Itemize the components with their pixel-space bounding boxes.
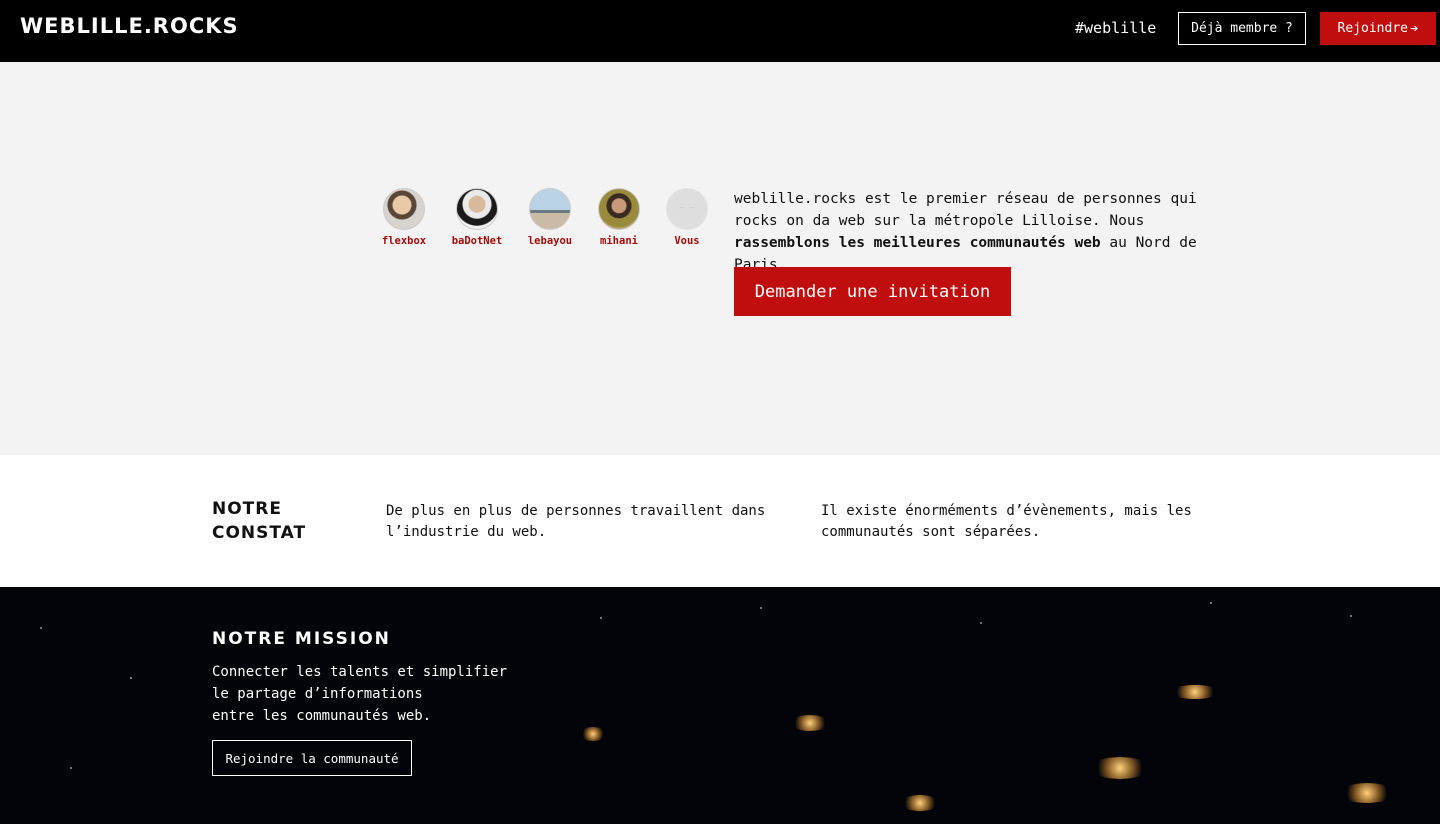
member-you[interactable]: Vous	[652, 188, 722, 247]
avatar	[598, 188, 640, 230]
star-decoration	[1210, 602, 1212, 604]
star-decoration	[980, 622, 982, 624]
member-mihani[interactable]: mihani	[584, 188, 654, 247]
city-lights	[790, 715, 830, 731]
constat-title: NOTRE CONSTAT	[212, 499, 307, 543]
avatar	[383, 188, 425, 230]
member-name: Vous	[674, 235, 700, 247]
avatar	[529, 188, 571, 230]
join-community-button[interactable]: Rejoindre la communauté	[212, 740, 412, 776]
constat-point-2: Il existe énorméments d’évènements, mais…	[821, 503, 1192, 540]
star-decoration	[70, 767, 72, 769]
star-decoration	[760, 607, 762, 609]
city-lights	[1090, 757, 1150, 779]
star-decoration	[130, 677, 132, 679]
mission-text: Connecter les talents et simplifier le p…	[212, 661, 532, 727]
star-decoration	[600, 617, 602, 619]
city-lights	[900, 795, 940, 811]
mission-line-2: le partage d’informations	[212, 686, 423, 702]
hashtag-link[interactable]: #weblille	[1075, 19, 1156, 37]
mission-line-3: entre les communautés web.	[212, 708, 432, 724]
mission-section: NOTRE MISSION Connecter les talents et s…	[0, 587, 1440, 824]
member-name: flexbox	[381, 235, 427, 247]
top-navbar: WEBLILLE.ROCKS #weblille Déjà membre ? R…	[0, 0, 1440, 62]
hero-intro-part1: weblille.rocks est le premier réseau de …	[734, 191, 1197, 229]
mission-line-1: Connecter les talents et simplifier	[212, 664, 508, 680]
hero-section: flexbox baDotNet lebayou mihani Vous web…	[0, 62, 1440, 455]
member-name: lebayou	[527, 235, 573, 247]
hero-intro-bold: rassemblons les meilleures communautés w…	[734, 235, 1101, 251]
member-lebayou[interactable]: lebayou	[515, 188, 585, 247]
hero-intro: weblille.rocks est le premier réseau de …	[734, 188, 1234, 276]
join-button[interactable]: Rejoindre ➔	[1320, 12, 1436, 45]
avatar	[456, 188, 498, 230]
member-name: baDotNet	[451, 235, 503, 247]
request-invitation-button[interactable]: Demander une invitation	[734, 267, 1011, 316]
mission-title: NOTRE MISSION	[212, 629, 391, 649]
already-member-button[interactable]: Déjà membre ?	[1178, 12, 1306, 45]
join-button-label: Rejoindre	[1337, 21, 1408, 36]
arrow-right-icon: ➔	[1410, 20, 1419, 37]
constat-section: NOTRE CONSTAT De plus en plus de personn…	[0, 455, 1440, 587]
constat-point-1: De plus en plus de personnes travaillent…	[386, 503, 766, 540]
city-lights	[1170, 685, 1220, 699]
city-lights	[580, 727, 606, 741]
star-decoration	[40, 627, 42, 629]
site-logo[interactable]: WEBLILLE.ROCKS	[20, 14, 239, 38]
member-badotnet[interactable]: baDotNet	[442, 188, 512, 247]
member-flexbox[interactable]: flexbox	[369, 188, 439, 247]
star-decoration	[1350, 615, 1352, 617]
city-lights	[1340, 783, 1394, 803]
member-name: mihani	[600, 235, 638, 247]
avatar-placeholder	[666, 188, 708, 230]
